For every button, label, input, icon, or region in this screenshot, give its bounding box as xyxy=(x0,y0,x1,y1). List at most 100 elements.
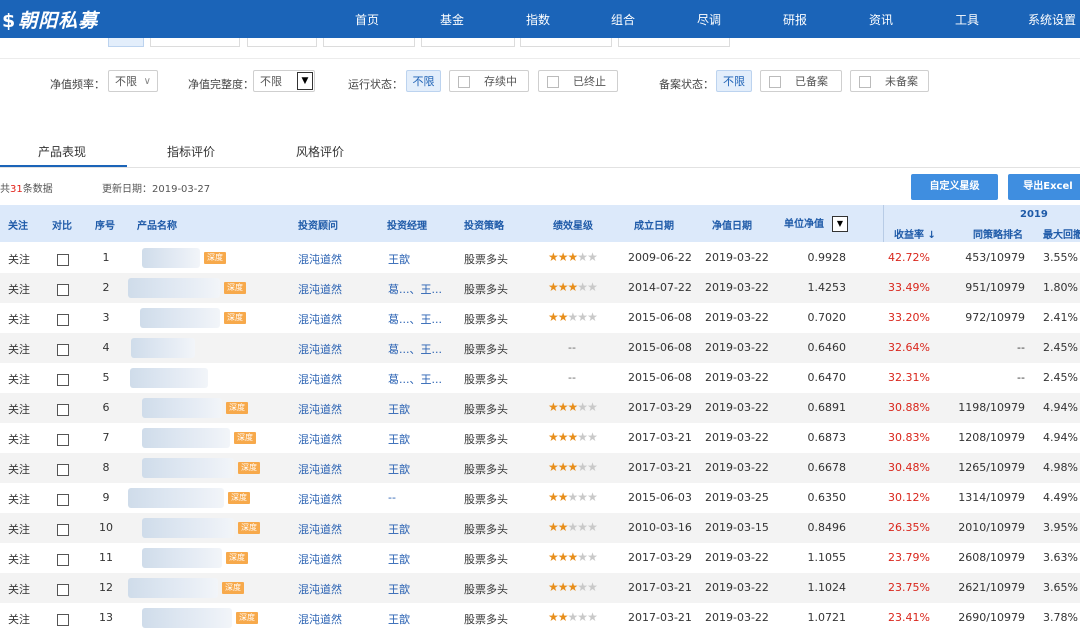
filter-option-clipped[interactable] xyxy=(247,38,317,47)
product-name-blurred[interactable] xyxy=(142,248,200,268)
dropdown-arrow-icon[interactable]: ▼ xyxy=(832,216,848,232)
nav-home[interactable]: 首页 xyxy=(355,11,379,28)
product-name-blurred[interactable] xyxy=(128,278,220,298)
nav-portfolio[interactable]: 组合 xyxy=(611,11,635,28)
filter-option-clipped[interactable] xyxy=(618,38,730,47)
col-founded[interactable]: 成立日期 xyxy=(634,217,674,232)
advisor-link[interactable]: 混沌道然 xyxy=(298,311,342,327)
record-status-unrecorded[interactable]: 未备案 xyxy=(850,70,929,92)
follow-link[interactable]: 关注 xyxy=(8,341,30,357)
col-rank[interactable]: 同策略排名 xyxy=(973,226,1023,241)
manager-link[interactable]: 王歆 xyxy=(388,401,410,417)
col-nav-date[interactable]: 净值日期 xyxy=(712,217,752,232)
advisor-link[interactable]: 混沌道然 xyxy=(298,251,342,267)
filter-option-clipped[interactable] xyxy=(323,38,415,47)
product-name-blurred[interactable] xyxy=(142,428,230,448)
advisor-link[interactable]: 混沌道然 xyxy=(298,401,342,417)
filter-option-clipped[interactable] xyxy=(520,38,612,47)
manager-link[interactable]: 王歆 xyxy=(388,251,410,267)
col-unit-nav[interactable]: 单位净值 ▼ xyxy=(784,215,848,232)
manager-link[interactable]: 王歆 xyxy=(388,551,410,567)
nav-tools[interactable]: 工具 xyxy=(955,11,979,28)
advisor-link[interactable]: 混沌道然 xyxy=(298,461,342,477)
product-name-blurred[interactable] xyxy=(142,458,234,478)
advisor-link[interactable]: 混沌道然 xyxy=(298,491,342,507)
follow-link[interactable]: 关注 xyxy=(8,281,30,297)
manager-link[interactable]: -- xyxy=(388,491,396,504)
tab-style-evaluation[interactable]: 风格评价 xyxy=(296,143,344,160)
export-excel-button[interactable]: 导出Excel xyxy=(1008,174,1080,200)
follow-link[interactable]: 关注 xyxy=(8,401,30,417)
manager-link[interactable]: 葛...、王... xyxy=(388,341,442,357)
col-strategy[interactable]: 投资策略 xyxy=(464,217,504,232)
advisor-link[interactable]: 混沌道然 xyxy=(298,371,342,387)
col-rating[interactable]: 绩效星级 xyxy=(553,217,593,232)
record-status-all[interactable]: 不限 xyxy=(716,70,752,92)
nav-due-diligence[interactable]: 尽调 xyxy=(697,11,721,28)
product-name-blurred[interactable] xyxy=(128,488,224,508)
advisor-link[interactable]: 混沌道然 xyxy=(298,551,342,567)
manager-link[interactable]: 王歆 xyxy=(388,461,410,477)
follow-link[interactable]: 关注 xyxy=(8,251,30,267)
follow-link[interactable]: 关注 xyxy=(8,461,30,477)
manager-link[interactable]: 王歆 xyxy=(388,611,410,627)
compare-checkbox[interactable] xyxy=(57,614,69,626)
follow-link[interactable]: 关注 xyxy=(8,521,30,537)
custom-rating-button[interactable]: 自定义星级 xyxy=(911,174,998,200)
col-manager[interactable]: 投资经理 xyxy=(387,217,427,232)
product-name-blurred[interactable] xyxy=(131,338,195,358)
product-name-blurred[interactable] xyxy=(142,398,222,418)
compare-checkbox[interactable] xyxy=(57,434,69,446)
advisor-link[interactable]: 混沌道然 xyxy=(298,431,342,447)
follow-link[interactable]: 关注 xyxy=(8,581,30,597)
run-status-ended[interactable]: 已终止 xyxy=(538,70,618,92)
compare-checkbox[interactable] xyxy=(57,524,69,536)
compare-checkbox[interactable] xyxy=(57,404,69,416)
record-status-recorded[interactable]: 已备案 xyxy=(760,70,842,92)
nav-complete-select[interactable]: 不限 ▼ xyxy=(253,70,315,92)
compare-checkbox[interactable] xyxy=(57,464,69,476)
compare-checkbox[interactable] xyxy=(57,584,69,596)
advisor-link[interactable]: 混沌道然 xyxy=(298,581,342,597)
filter-option-clipped[interactable] xyxy=(421,38,515,47)
follow-link[interactable]: 关注 xyxy=(8,611,30,627)
compare-checkbox[interactable] xyxy=(57,494,69,506)
compare-checkbox[interactable] xyxy=(57,374,69,386)
follow-link[interactable]: 关注 xyxy=(8,371,30,387)
product-name-blurred[interactable] xyxy=(128,578,218,598)
nav-settings[interactable]: 系统设置 xyxy=(1028,11,1076,28)
product-name-blurred[interactable] xyxy=(140,308,220,328)
follow-link[interactable]: 关注 xyxy=(8,551,30,567)
nav-fund[interactable]: 基金 xyxy=(440,11,464,28)
nav-index[interactable]: 指数 xyxy=(526,11,550,28)
product-name-blurred[interactable] xyxy=(142,518,234,538)
run-status-all[interactable]: 不限 xyxy=(406,70,441,92)
compare-checkbox[interactable] xyxy=(57,284,69,296)
manager-link[interactable]: 葛...、王... xyxy=(388,371,442,387)
col-max-drawdown[interactable]: 最大回撤 xyxy=(1043,226,1080,241)
follow-link[interactable]: 关注 xyxy=(8,431,30,447)
advisor-link[interactable]: 混沌道然 xyxy=(298,281,342,297)
manager-link[interactable]: 葛...、王... xyxy=(388,311,442,327)
tab-metric-evaluation[interactable]: 指标评价 xyxy=(167,143,215,160)
advisor-link[interactable]: 混沌道然 xyxy=(298,521,342,537)
product-name-blurred[interactable] xyxy=(142,548,222,568)
product-name-blurred[interactable] xyxy=(142,608,232,628)
brand-logo[interactable]: $ 朝阳私募 xyxy=(2,6,98,33)
filter-input-clipped[interactable] xyxy=(150,38,240,47)
run-status-active[interactable]: 存续中 xyxy=(449,70,529,92)
manager-link[interactable]: 王歆 xyxy=(388,521,410,537)
nav-research[interactable]: 研报 xyxy=(783,11,807,28)
manager-link[interactable]: 王歆 xyxy=(388,581,410,597)
manager-link[interactable]: 王歆 xyxy=(388,431,410,447)
follow-link[interactable]: 关注 xyxy=(8,491,30,507)
follow-link[interactable]: 关注 xyxy=(8,311,30,327)
compare-checkbox[interactable] xyxy=(57,554,69,566)
compare-checkbox[interactable] xyxy=(57,344,69,356)
nav-freq-select[interactable]: 不限 ∨ xyxy=(108,70,158,92)
manager-link[interactable]: 葛...、王... xyxy=(388,281,442,297)
product-name-blurred[interactable] xyxy=(130,368,208,388)
col-advisor[interactable]: 投资顾问 xyxy=(298,217,338,232)
nav-news[interactable]: 资讯 xyxy=(869,11,893,28)
advisor-link[interactable]: 混沌道然 xyxy=(298,611,342,627)
